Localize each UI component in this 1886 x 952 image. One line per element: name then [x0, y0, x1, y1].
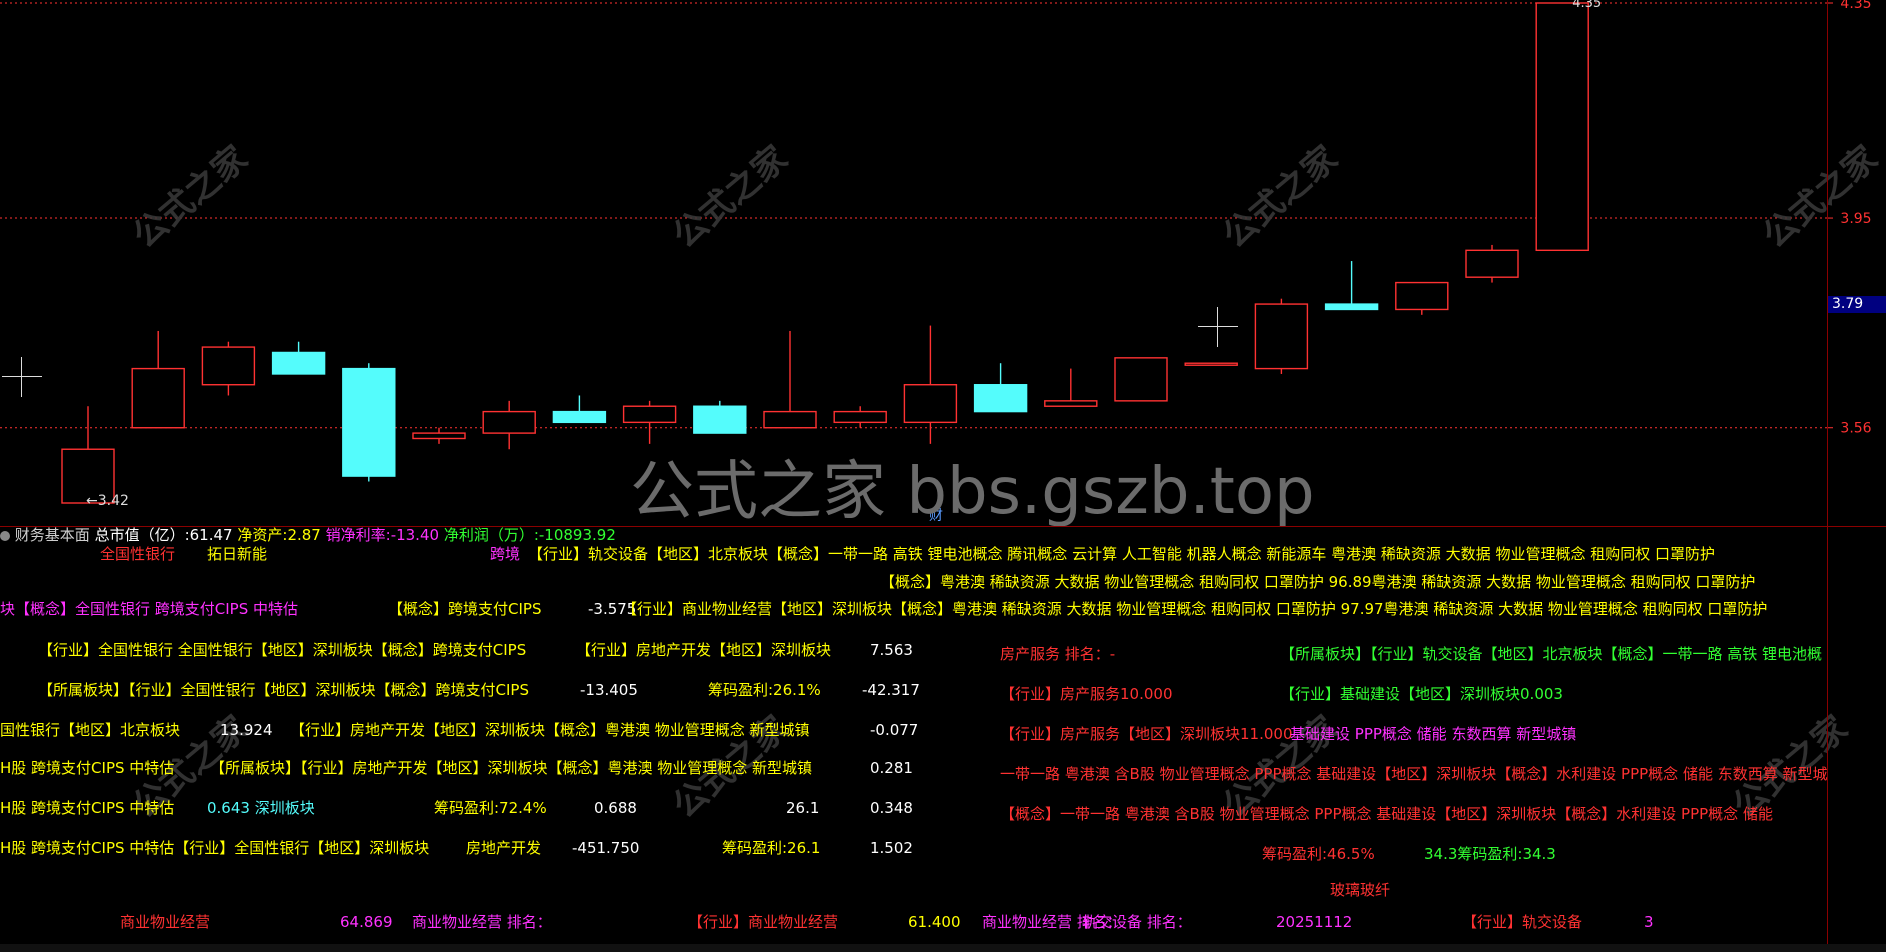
- indicator-text: 【行业】轨交设备: [1462, 913, 1583, 931]
- indicator-text: 全国性银行: [100, 545, 176, 563]
- current-price-tag: 3.79: [1828, 296, 1886, 314]
- indicator-text: 13.924: [220, 721, 273, 739]
- indicator-text: 一带一路 粤港澳 含B股 物业管理概念 PPP概念 基础建设【地区】深圳板块【概…: [1000, 765, 1827, 783]
- indicator-text: 块【概念】全国性银行 跨境支付CIPS 中特估: [0, 600, 299, 618]
- indicator-text: 国性银行【地区】北京板块: [0, 721, 181, 739]
- indicator-text: 【所属板块】【行业】轨交设备【地区】北京板块【概念】一带一路 高铁 锂电池概: [1280, 645, 1823, 663]
- indicator-text: 筹码盈利:72.4%: [434, 799, 547, 817]
- indicator-text: -13.405: [580, 681, 638, 699]
- indicator-text: 0.688: [594, 799, 637, 817]
- indicator-panel: 全国性银行 拓日新能 跨境 【行业】轨交设备【地区】北京板块【概念】一带一路 高铁 锂…: [0, 0, 1827, 952]
- indicator-text: 【行业】房产服务10.000: [1000, 685, 1173, 703]
- status-strip: [0, 944, 1886, 952]
- indicator-text: 0.348: [870, 799, 913, 817]
- indicator-text: 【行业】商业物业经营【地区】深圳板块【概念】粤港澳 稀缺资源 大数据 物业管理概…: [622, 600, 1768, 618]
- indicator-text: 20251112: [1276, 913, 1353, 931]
- indicator-text: 【行业】商业物业经营: [688, 913, 839, 931]
- indicator-text: -0.077: [870, 721, 919, 739]
- indicator-text: H股 跨境支付CIPS 中特估: [0, 799, 175, 817]
- indicator-text: 【概念】一带一路 粤港澳 含B股 物业管理概念 PPP概念 基础建设【地区】深圳…: [1000, 805, 1773, 823]
- indicator-text: 【行业】房产服务【地区】深圳板块11.000: [1000, 725, 1293, 743]
- indicator-text: 筹码盈利:46.5%: [1262, 845, 1375, 863]
- indicator-text: 拓日新能: [207, 545, 268, 563]
- indicator-text: 【所属板块】【行业】房地产开发【地区】深圳板块【概念】粤港澳 物业管理概念 新型…: [210, 759, 813, 777]
- indicator-text: 轨交设备 排名：: [1082, 913, 1192, 931]
- indicator-text: 房地产开发: [466, 839, 542, 857]
- indicator-text: 64.869: [340, 913, 393, 931]
- indicator-text: H股 跨境支付CIPS 中特估【行业】全国性银行【地区】深圳板块: [0, 839, 430, 857]
- indicator-text: 筹码盈利:26.1%: [708, 681, 821, 699]
- indicator-text: -451.750: [572, 839, 640, 857]
- indicator-text: 3: [1644, 913, 1654, 931]
- indicator-text: 61.400: [908, 913, 961, 931]
- indicator-text: 34.3筹码盈利:34.3: [1424, 845, 1556, 863]
- indicator-text: 基础建设 PPP概念 储能 东数西算 新型城镇: [1290, 725, 1577, 743]
- indicator-text: 0.281: [870, 759, 913, 777]
- indicator-text: 【行业】轨交设备【地区】北京板块【概念】一带一路 高铁 锂电池概念 腾讯概念 云…: [528, 545, 1715, 563]
- indicator-text: 筹码盈利:26.1: [722, 839, 821, 857]
- indicator-text: 【概念】粤港澳 稀缺资源 大数据 物业管理概念 租购同权 口罩防护 96.89粤…: [880, 573, 1756, 591]
- indicator-text: 【概念】跨境支付CIPS: [388, 600, 542, 618]
- indicator-text: 跨境: [490, 545, 521, 563]
- indicator-text: H股 跨境支付CIPS 中特估: [0, 759, 175, 777]
- indicator-text: 7.563: [870, 641, 913, 659]
- y-tick-label: 4.35: [1840, 0, 1871, 12]
- indicator-text: 0.643 深圳板块: [207, 799, 315, 817]
- indicator-text: 【行业】房地产开发【地区】深圳板块: [576, 641, 832, 659]
- indicator-text: 【行业】房地产开发【地区】深圳板块【概念】粤港澳 物业管理概念 新型城镇: [290, 721, 810, 739]
- indicator-text: 【行业】基础建设【地区】深圳板块0.003: [1280, 685, 1563, 703]
- indicator-text: 【行业】全国性银行 全国性银行【地区】深圳板块【概念】跨境支付CIPS: [38, 641, 527, 659]
- indicator-text: 1.502: [870, 839, 913, 857]
- indicator-text: 【所属板块】【行业】全国性银行【地区】深圳板块【概念】跨境支付CIPS: [38, 681, 529, 699]
- indicator-text: -42.317: [862, 681, 920, 699]
- y-tick-label: 3.95: [1840, 211, 1871, 227]
- indicator-text: 玻璃玻纤: [1330, 881, 1391, 899]
- indicator-text: 房产服务 排名：-: [1000, 645, 1116, 663]
- axis-divider: [1827, 0, 1828, 952]
- y-tick-label: 3.56: [1840, 421, 1871, 437]
- indicator-text: 商业物业经营: [120, 913, 211, 931]
- indicator-text: 商业物业经营 排名：: [412, 913, 552, 931]
- indicator-text: 26.1: [786, 799, 820, 817]
